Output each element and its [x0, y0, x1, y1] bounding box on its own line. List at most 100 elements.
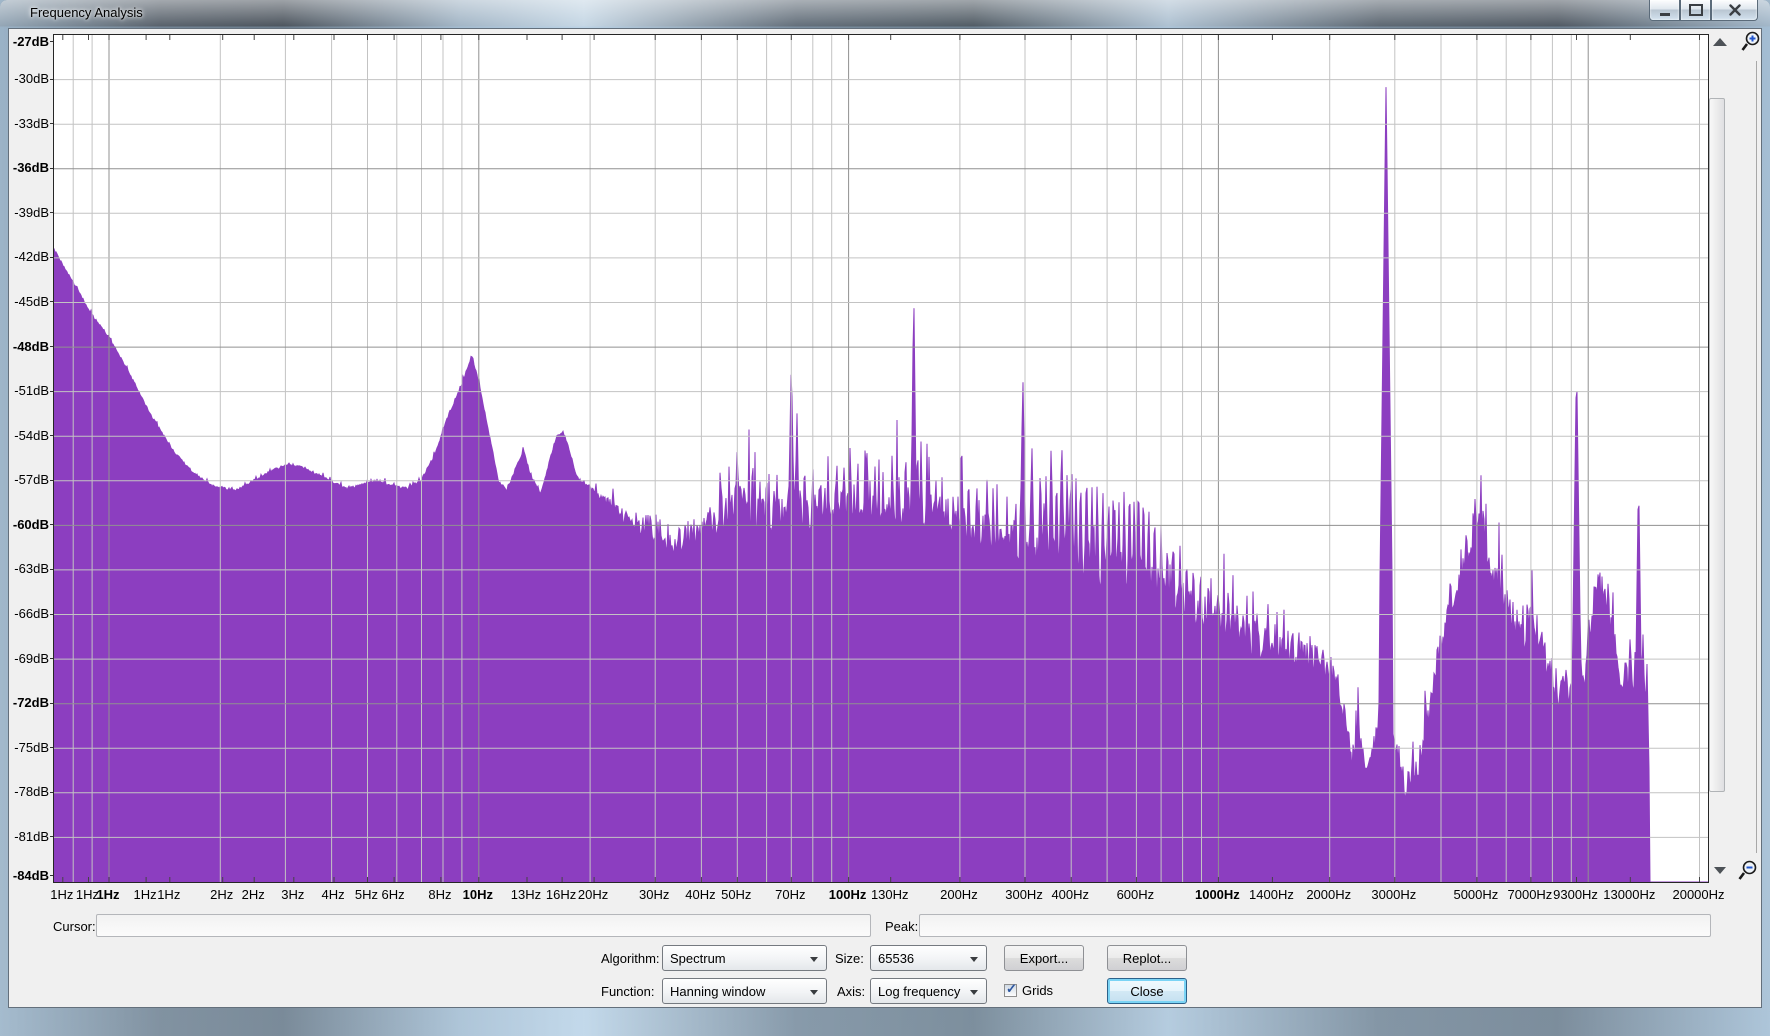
axis-label: Axis: [837, 984, 865, 999]
close-window-button[interactable] [1711, 0, 1758, 21]
spectrum-plot[interactable] [53, 34, 1709, 883]
peak-label: Peak: [885, 919, 918, 934]
x-axis-tick-label: 2Hz [242, 887, 265, 902]
minimize-icon [1660, 13, 1670, 16]
x-axis-tick-label: 5000Hz [1453, 887, 1498, 902]
y-axis-tick-label: -66dB [9, 607, 49, 620]
y-axis-tick-label: -36dB [9, 161, 49, 174]
x-axis-tick-label: 30Hz [639, 887, 669, 902]
dropdown-arrow-icon [970, 957, 978, 962]
window-controls [1649, 0, 1758, 21]
x-axis-tick-label: 1000Hz [1195, 887, 1240, 902]
x-axis-tick-label: 6Hz [381, 887, 404, 902]
y-axis-tick-label: -84dB [9, 869, 49, 882]
checkbox-box[interactable]: ✓ [1004, 984, 1017, 997]
zoom-slider-track[interactable] [1756, 61, 1757, 853]
x-axis-tick-label: 1Hz [50, 887, 73, 902]
x-axis-tick-label: 13Hz [511, 887, 541, 902]
x-axis-tick-label: 300Hz [1005, 887, 1043, 902]
dialog-client-area: -27dB-30dB-33dB-36dB-39dB-42dB-45dB-48dB… [8, 28, 1762, 1008]
x-axis-tick-label: 400Hz [1051, 887, 1089, 902]
y-axis-tick-label: -30dB [9, 72, 49, 85]
cursor-value-field [96, 914, 871, 937]
x-axis-tick-label: 13000Hz [1603, 887, 1655, 902]
x-axis-tick-label: 40Hz [685, 887, 715, 902]
x-axis-tick-label: 7000Hz [1508, 887, 1553, 902]
y-axis-tick-label: -42dB [9, 250, 49, 263]
x-axis-tick-label: 200Hz [940, 887, 978, 902]
replot-button-label: Replot... [1123, 951, 1171, 966]
scrollbar-thumb[interactable] [1709, 98, 1725, 792]
x-axis-tick-label: 2Hz [210, 887, 233, 902]
x-axis-tick-label: 9300Hz [1553, 887, 1598, 902]
y-axis-tick-label: -60dB [9, 518, 49, 531]
algorithm-dropdown[interactable]: Spectrum [662, 945, 827, 971]
x-axis-tick-label: 50Hz [721, 887, 751, 902]
x-axis-tick-label: 5Hz [355, 887, 378, 902]
x-axis-tick-label: 4Hz [321, 887, 344, 902]
y-axis-tick-label: -54dB [9, 429, 49, 442]
x-axis-tick-label: 100Hz [829, 887, 867, 902]
export-button[interactable]: Export... [1004, 945, 1084, 971]
maximize-icon [1689, 4, 1703, 16]
frequency-analysis-window: Frequency Analysis -27dB-30dB-33dB-36dB-… [0, 0, 1770, 1036]
window-title: Frequency Analysis [30, 5, 143, 20]
x-axis-tick-label: 1Hz [96, 887, 119, 902]
y-axis-tick-label: -45dB [9, 295, 49, 308]
peak-value-field [919, 914, 1711, 937]
checkmark-icon: ✓ [1006, 982, 1017, 995]
replot-button[interactable]: Replot... [1107, 945, 1187, 971]
spectrum-area [54, 87, 1708, 882]
titlebar[interactable]: Frequency Analysis [0, 0, 1770, 28]
export-button-label: Export... [1020, 951, 1068, 966]
y-axis-tick-label: -63dB [9, 562, 49, 575]
dropdown-arrow-icon [810, 957, 818, 962]
x-axis-tick-label: 600Hz [1117, 887, 1155, 902]
y-axis-tick-label: -39dB [9, 206, 49, 219]
x-axis-tick-label: 130Hz [871, 887, 909, 902]
y-axis-tick-label: -69dB [9, 652, 49, 665]
x-axis-tick-label: 16Hz [546, 887, 576, 902]
x-axis-tick-label: 1Hz [134, 887, 157, 902]
y-axis-tick-label: -51dB [9, 384, 49, 397]
x-axis-tick-label: 70Hz [775, 887, 805, 902]
x-axis-tick-label: 2000Hz [1306, 887, 1351, 902]
axis-value: Log frequency [878, 984, 960, 999]
y-axis-tick-label: -78dB [9, 785, 49, 798]
maximize-button[interactable] [1680, 0, 1711, 21]
axis-dropdown[interactable]: Log frequency [870, 978, 987, 1004]
close-button-label: Close [1130, 984, 1163, 999]
algorithm-label: Algorithm: [601, 951, 660, 966]
size-value: 65536 [878, 951, 914, 966]
dropdown-arrow-icon [810, 990, 818, 995]
zoom-in-icon[interactable] [1740, 30, 1764, 56]
close-button[interactable]: Close [1107, 978, 1187, 1004]
dropdown-arrow-icon [970, 990, 978, 995]
y-axis-tick-label: -75dB [9, 741, 49, 754]
x-axis-tick-label: 3000Hz [1371, 887, 1416, 902]
grids-checkbox-label: Grids [1022, 983, 1053, 998]
x-axis-tick-label: 3Hz [281, 887, 304, 902]
scrollbar-down-icon[interactable] [1714, 867, 1726, 874]
x-axis-tick-label: 1400Hz [1249, 887, 1294, 902]
size-dropdown[interactable]: 65536 [870, 945, 987, 971]
cursor-label: Cursor: [53, 919, 96, 934]
y-axis-tick-label: -27dB [9, 35, 49, 48]
y-axis-tick-label: -57dB [9, 473, 49, 486]
algorithm-value: Spectrum [670, 951, 726, 966]
spectrum-chart [54, 35, 1708, 882]
size-label: Size: [835, 951, 864, 966]
grids-checkbox[interactable]: ✓ Grids [1004, 983, 1053, 998]
function-label: Function: [601, 984, 654, 999]
scrollbar-up-icon[interactable] [1713, 38, 1727, 46]
x-axis-tick-label: 8Hz [428, 887, 451, 902]
y-axis-tick-label: -81dB [9, 830, 49, 843]
minimize-button[interactable] [1649, 0, 1680, 21]
zoom-out-icon[interactable] [1737, 859, 1761, 885]
function-value: Hanning window [670, 984, 765, 999]
x-axis-tick-label: 20000Hz [1672, 887, 1724, 902]
x-axis-tick-label: 20Hz [578, 887, 608, 902]
x-axis-tick-label: 10Hz [463, 887, 493, 902]
function-dropdown[interactable]: Hanning window [662, 978, 827, 1004]
y-axis-tick-label: -72dB [9, 696, 49, 709]
